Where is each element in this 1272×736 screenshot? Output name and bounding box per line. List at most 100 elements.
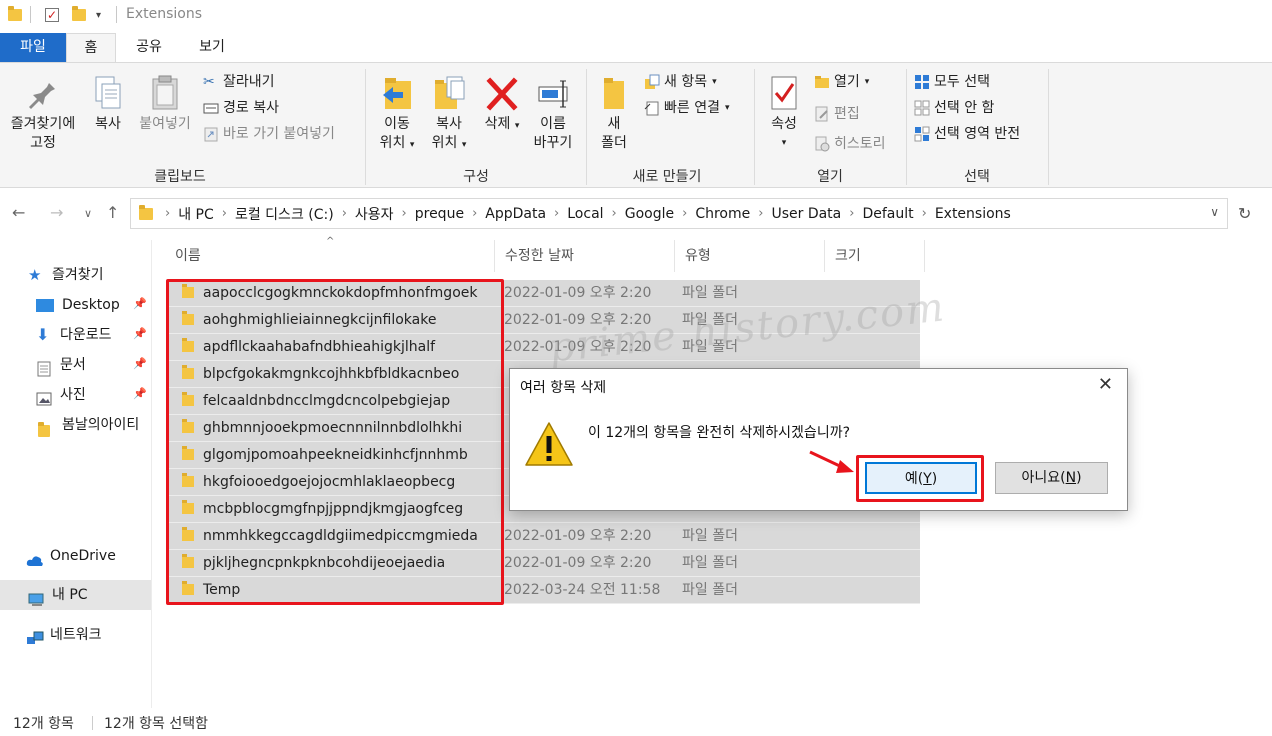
tab-share[interactable]: 공유 xyxy=(126,33,172,62)
shortcut-icon xyxy=(203,126,219,142)
column-size[interactable]: 크기 xyxy=(825,240,925,272)
open-button[interactable]: 열기 ▾ xyxy=(814,71,869,93)
column-type[interactable]: 유형 xyxy=(675,240,825,272)
up-arrow-icon[interactable]: ↑ xyxy=(106,203,119,222)
chevron-down-icon: ▾ xyxy=(864,77,870,87)
clipboard-icon xyxy=(149,75,181,111)
move-folder-icon xyxy=(381,75,413,111)
tab-home[interactable]: 홈 xyxy=(66,33,116,62)
download-arrow-icon: ⬇ xyxy=(36,325,50,344)
star-icon: ★ xyxy=(28,266,42,284)
refresh-icon[interactable]: ↻ xyxy=(1238,204,1251,223)
folder-icon xyxy=(38,418,54,437)
select-all-button[interactable]: 모두 선택 xyxy=(914,71,990,93)
path-icon xyxy=(203,100,219,116)
selected-count: 12개 항목 선택함 xyxy=(104,716,208,732)
nav-pictures[interactable]: 사진 xyxy=(36,380,86,410)
column-modified[interactable]: 수정한 날짜 xyxy=(495,240,675,272)
history-button[interactable]: 히스토리 xyxy=(814,133,886,155)
warning-icon xyxy=(524,421,574,467)
select-none-icon xyxy=(914,100,930,116)
highlight-box-no-button xyxy=(994,455,1114,502)
breadcrumb-item[interactable]: Local xyxy=(567,206,603,222)
copy-button[interactable]: 복사 xyxy=(86,75,130,134)
breadcrumb-item[interactable]: preque xyxy=(415,206,464,222)
easy-access-button[interactable]: 빠른 연결 ▾ xyxy=(644,97,730,119)
back-arrow-icon[interactable]: ← xyxy=(12,203,25,222)
new-item-button[interactable]: 새 항목 ▾ xyxy=(644,71,717,93)
breadcrumb-item[interactable]: User Data xyxy=(771,206,841,222)
group-label-new: 새로 만들기 xyxy=(632,169,702,185)
nav-quick-access[interactable]: ★ 즐겨찾기 xyxy=(28,260,104,290)
forward-arrow-icon[interactable]: → xyxy=(50,203,63,222)
properties-button[interactable]: 속성 ▾ xyxy=(762,75,806,153)
cut-button[interactable]: ✂ 잘라내기 xyxy=(203,71,275,93)
recent-locations-chevron-icon[interactable]: ∨ xyxy=(84,207,92,220)
paste-button[interactable]: 붙여넣기 xyxy=(133,75,197,134)
group-label-select: 선택 xyxy=(964,169,990,185)
sort-ascending-icon: ^ xyxy=(326,236,335,247)
nav-this-pc[interactable]: 내 PC xyxy=(0,580,151,610)
breadcrumb-item[interactable]: Default xyxy=(862,206,913,222)
delete-x-icon xyxy=(486,75,518,111)
new-folder-icon[interactable] xyxy=(72,6,86,24)
nav-onedrive[interactable]: OneDrive xyxy=(26,541,116,571)
new-folder-button[interactable]: 새 폴더 xyxy=(594,75,634,153)
breadcrumb-item[interactable]: 로컬 디스크 (C:) xyxy=(235,204,334,224)
group-label-clipboard: 클립보드 xyxy=(154,169,206,185)
select-all-icon xyxy=(914,74,930,90)
navigation-pane: ★ 즐겨찾기 Desktop 📌 ⬇ 다운로드 📌 문서 📌 사진 📌 봄날의아… xyxy=(0,240,152,708)
nav-documents[interactable]: 문서 xyxy=(36,350,86,380)
nav-folder[interactable]: 봄날의아이티 xyxy=(38,410,139,440)
pin-icon[interactable]: 📌 xyxy=(133,357,147,370)
address-row: ← → ∨ ↑ › 내 PC › 로컬 디스크 (C:) › 사용자 › preque… xyxy=(0,188,1272,240)
address-bar[interactable]: › 내 PC › 로컬 디스크 (C:) › 사용자 › preque › AppDat… xyxy=(130,198,1228,229)
column-header: 이름 수정한 날짜 유형 크기 xyxy=(165,240,925,272)
breadcrumb-item[interactable]: Extensions xyxy=(935,206,1011,222)
folder-icon[interactable] xyxy=(8,6,22,24)
invert-selection-button[interactable]: 선택 영역 반전 xyxy=(914,123,1020,145)
desktop-icon xyxy=(36,298,54,312)
highlight-box-file-names xyxy=(166,279,504,605)
pin-icon[interactable]: 📌 xyxy=(133,327,147,340)
customize-dropdown-icon[interactable]: ▾ xyxy=(96,6,101,24)
breadcrumb-item[interactable]: 사용자 xyxy=(355,204,394,224)
pin-to-quick-access-button[interactable]: 즐겨찾기에 고정 xyxy=(4,75,82,153)
breadcrumb-separator-icon: › xyxy=(165,206,171,221)
move-to-button[interactable]: 이동 위치 ▾ xyxy=(372,75,422,155)
pin-icon[interactable]: 📌 xyxy=(133,297,147,310)
document-icon xyxy=(36,358,52,377)
chevron-down-icon: ▾ xyxy=(409,140,415,150)
breadcrumb-item[interactable]: Google xyxy=(625,206,674,222)
paste-shortcut-button[interactable]: 바로 가기 붙여넣기 xyxy=(203,123,335,145)
tab-view[interactable]: 보기 xyxy=(186,33,238,62)
chevron-down-icon: ▾ xyxy=(781,138,787,148)
select-none-button[interactable]: 선택 안 함 xyxy=(914,97,994,119)
breadcrumb-item[interactable]: Chrome xyxy=(695,206,750,222)
ribbon: 즐겨찾기에 고정 복사 붙여넣기 ✂ 잘라내기 경로 복사 바로 가기 붙여넣기… xyxy=(0,62,1272,188)
copy-to-button[interactable]: 복사 위치 ▾ xyxy=(424,75,474,155)
nav-downloads[interactable]: ⬇ 다운로드 xyxy=(36,320,112,350)
edit-icon xyxy=(814,106,830,122)
breadcrumb-item[interactable]: 내 PC xyxy=(178,204,214,224)
scissors-icon: ✂ xyxy=(203,74,215,90)
breadcrumb-item[interactable]: AppData xyxy=(485,206,546,222)
pin-icon xyxy=(27,75,59,111)
pin-icon[interactable]: 📌 xyxy=(133,387,147,400)
rename-icon xyxy=(537,75,569,111)
new-folder-icon xyxy=(598,75,630,111)
chevron-down-icon: ▾ xyxy=(461,140,467,150)
nav-network[interactable]: 네트워크 xyxy=(26,620,102,650)
tab-file[interactable]: 파일 xyxy=(0,33,66,62)
delete-button[interactable]: 삭제 ▾ xyxy=(480,75,524,136)
window-title: Extensions xyxy=(126,6,203,22)
chevron-down-icon[interactable]: ∨ xyxy=(1210,205,1219,219)
rename-button[interactable]: 이름 바꾸기 xyxy=(528,75,578,153)
invert-selection-icon xyxy=(914,126,930,142)
close-icon[interactable]: ✕ xyxy=(1098,374,1113,395)
copy-path-button[interactable]: 경로 복사 xyxy=(203,97,279,119)
edit-button[interactable]: 편집 xyxy=(814,103,860,125)
properties-check-icon[interactable]: ✓ xyxy=(45,6,59,24)
picture-icon xyxy=(36,388,52,406)
history-icon xyxy=(814,136,830,152)
